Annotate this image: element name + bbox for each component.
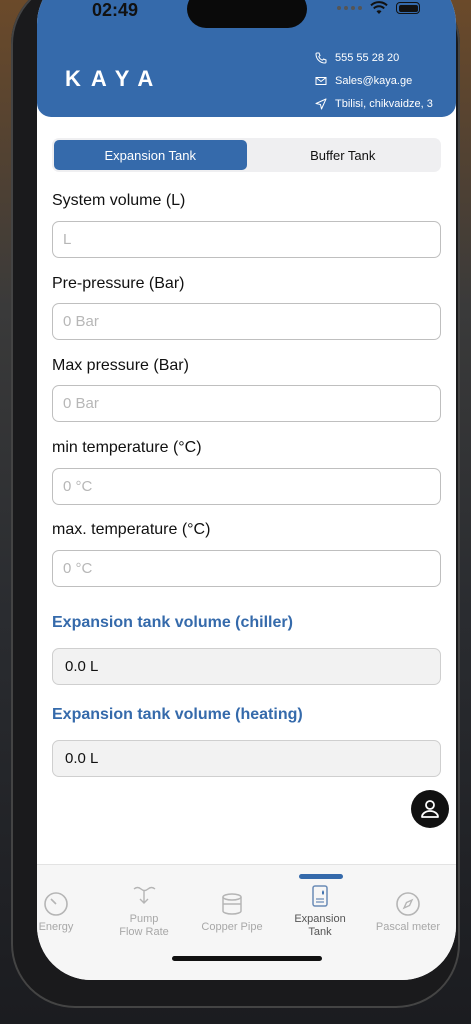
tab-expansion-tank[interactable]: Expansion Tank: [54, 140, 247, 170]
tab-buffer-tank[interactable]: Buffer Tank: [247, 140, 440, 170]
contact-email[interactable]: Sales@kaya.ge: [315, 69, 433, 92]
battery-icon: [396, 2, 420, 14]
pre-pressure-input[interactable]: [52, 303, 441, 340]
max-pressure-input[interactable]: [52, 385, 441, 422]
nav-expansion-tank[interactable]: Expansion Tank: [275, 883, 365, 939]
mail-icon: [315, 76, 327, 85]
tank-icon: [312, 885, 328, 907]
contact-phone[interactable]: 555 55 28 20: [315, 46, 433, 69]
max-temperature-input[interactable]: [52, 550, 441, 587]
gauge-icon: [44, 892, 68, 916]
pre-pressure-label: Pre-pressure (Bar): [52, 275, 185, 292]
pipe-icon: [222, 893, 242, 915]
contact-info: 555 55 28 20 Sales@kaya.ge Tbilisi, chik…: [315, 46, 433, 115]
status-time: 02:49: [92, 0, 139, 20]
nav-pump-label: Pump Flow Rate: [119, 913, 169, 938]
status-icons: [337, 1, 420, 15]
address-text: Tbilisi, chikvaidze, 3: [335, 97, 433, 110]
app-screen: 02:49 KAYA 555 55 28 20 Sales@kaya.ge Tb…: [37, 0, 456, 980]
phone-icon: [315, 52, 327, 64]
profile-button[interactable]: [411, 790, 449, 828]
max-temperature-label: max. temperature (°C): [52, 521, 211, 538]
heating-volume-value: 0.0 L: [52, 740, 441, 777]
email-address: Sales@kaya.ge: [335, 74, 413, 87]
wifi-icon: [370, 1, 388, 14]
nav-pascal-meter-label: Pascal meter: [375, 921, 441, 933]
kaya-logo: KAYA: [65, 66, 164, 91]
max-pressure-label: Max pressure (Bar): [52, 357, 189, 374]
nav-copper-pipe-label: Copper Pipe: [201, 921, 263, 933]
system-volume-label: System volume (L): [52, 192, 186, 209]
nav-pascal-meter[interactable]: Pascal meter: [363, 891, 453, 934]
min-temperature-input[interactable]: [52, 468, 441, 505]
heating-volume-label: Expansion tank volume (heating): [52, 706, 303, 723]
pump-icon: [133, 886, 156, 904]
compass-icon: [396, 892, 420, 916]
signal-icon: [337, 6, 362, 10]
bottom-navigation: Energy Pump Flow Rate Copper Pipe Expans…: [37, 864, 456, 980]
calculator-tabs: Expansion Tank Buffer Tank: [52, 138, 441, 172]
home-indicator: [172, 956, 322, 961]
min-temperature-label: min temperature (°C): [52, 439, 202, 456]
active-tab-indicator: [299, 874, 343, 879]
system-volume-input[interactable]: [52, 221, 441, 258]
location-arrow-icon: [315, 98, 327, 109]
nav-copper-pipe[interactable]: Copper Pipe: [187, 891, 277, 934]
chiller-volume-value: 0.0 L: [52, 648, 441, 685]
app-header: 02:49 KAYA 555 55 28 20 Sales@kaya.ge Tb…: [37, 0, 456, 117]
dynamic-island: [187, 0, 307, 28]
phone-number: 555 55 28 20: [335, 51, 400, 64]
phone-frame: 02:49 KAYA 555 55 28 20 Sales@kaya.ge Tb…: [11, 0, 460, 1008]
contact-address[interactable]: Tbilisi, chikvaidze, 3: [315, 92, 433, 115]
nav-expansion-tank-label: Expansion Tank: [294, 913, 346, 938]
nav-energy-label: Energy: [38, 921, 74, 933]
user-icon: [421, 800, 439, 818]
chiller-volume-label: Expansion tank volume (chiller): [52, 614, 293, 631]
nav-pump-flow-rate[interactable]: Pump Flow Rate: [99, 883, 189, 939]
nav-energy[interactable]: Energy: [37, 891, 101, 934]
